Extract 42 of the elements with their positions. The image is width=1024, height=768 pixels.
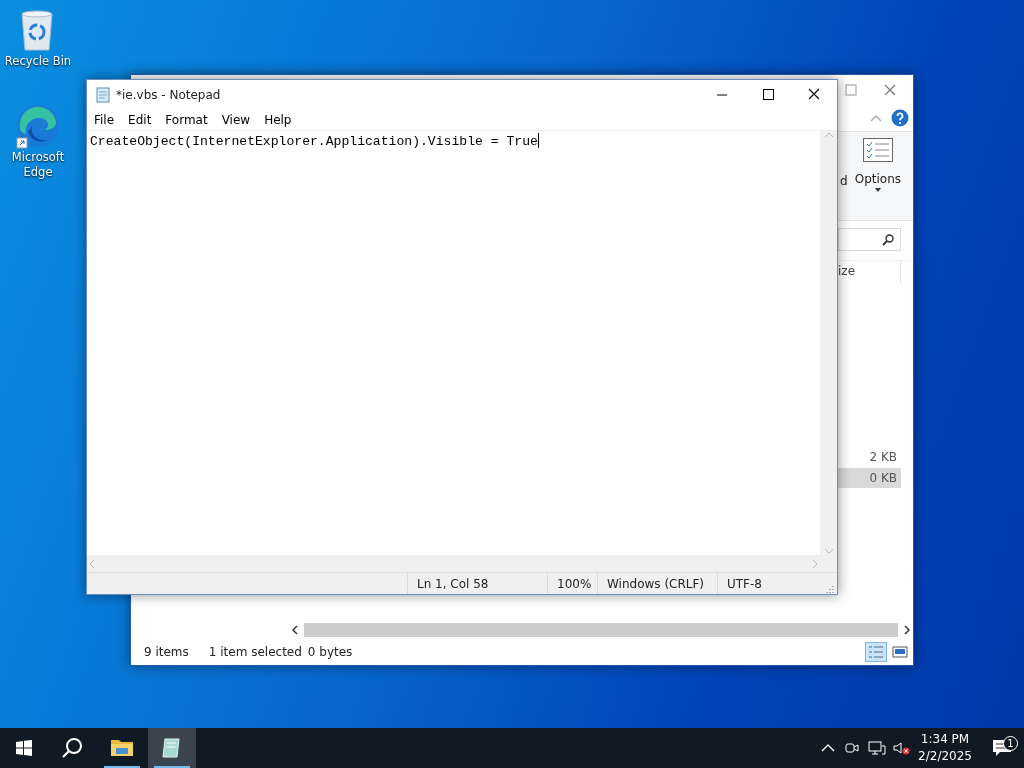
text-cursor [537, 133, 539, 148]
browser-icon[interactable] [14, 102, 62, 150]
icon-label[interactable]: Recycle Bin [2, 54, 74, 69]
scrollbar-thumb[interactable] [304, 623, 898, 637]
text-editor[interactable]: CreateObject(InternetExplorer.Application).Visible = True [87, 131, 820, 555]
status-text: Windows (CRLF) [597, 573, 717, 594]
network-icon[interactable] [868, 740, 887, 756]
clock-date[interactable]: 2/2/2025 [918, 748, 972, 766]
menu-item[interactable]: Format [158, 111, 215, 129]
scroll-left-icon[interactable] [289, 624, 301, 636]
help-icon[interactable] [891, 109, 909, 127]
status-text: 100% [547, 573, 597, 594]
icon-label[interactable]: Microsoft Edge [8, 150, 68, 180]
notepad-icon [95, 87, 111, 103]
menu-item[interactable]: File [87, 111, 122, 129]
status-text: 9 items [144, 644, 189, 661]
search-icon [882, 233, 894, 246]
scroll-right-icon[interactable] [901, 624, 913, 636]
dropdown-caret-icon [874, 188, 881, 192]
ribbon-label[interactable]: d [840, 172, 848, 190]
size-cell[interactable]: 2 KB [837, 447, 901, 467]
windows-logo-icon [16, 740, 32, 756]
options-button[interactable]: Options [852, 132, 903, 192]
search-field[interactable] [838, 228, 901, 251]
speaker-muted-icon[interactable] [892, 740, 911, 756]
status-text: 0 bytes [307, 644, 353, 661]
status-text: UTF-8 [717, 573, 817, 594]
window-title: *ie.vbs - Notepad [116, 87, 221, 104]
notification-button[interactable]: 1 [980, 739, 1024, 757]
status-text: 1 item selected [208, 644, 302, 661]
menu-item[interactable]: View [214, 111, 258, 129]
camera-icon[interactable] [844, 740, 861, 756]
resize-grip-icon[interactable] [825, 584, 835, 594]
checklist-icon [862, 138, 893, 162]
menu-item[interactable]: Edit [121, 111, 159, 129]
taskbar-app[interactable] [148, 728, 196, 768]
menu-item[interactable]: Help [257, 111, 299, 129]
clock-time[interactable]: 1:34 PM [920, 730, 970, 748]
status-text: Ln 1, Col 58 [407, 573, 547, 594]
size-cell[interactable]: 0 KB [837, 468, 901, 488]
search-icon [61, 737, 83, 759]
notification-badge: 1 [1003, 736, 1018, 751]
